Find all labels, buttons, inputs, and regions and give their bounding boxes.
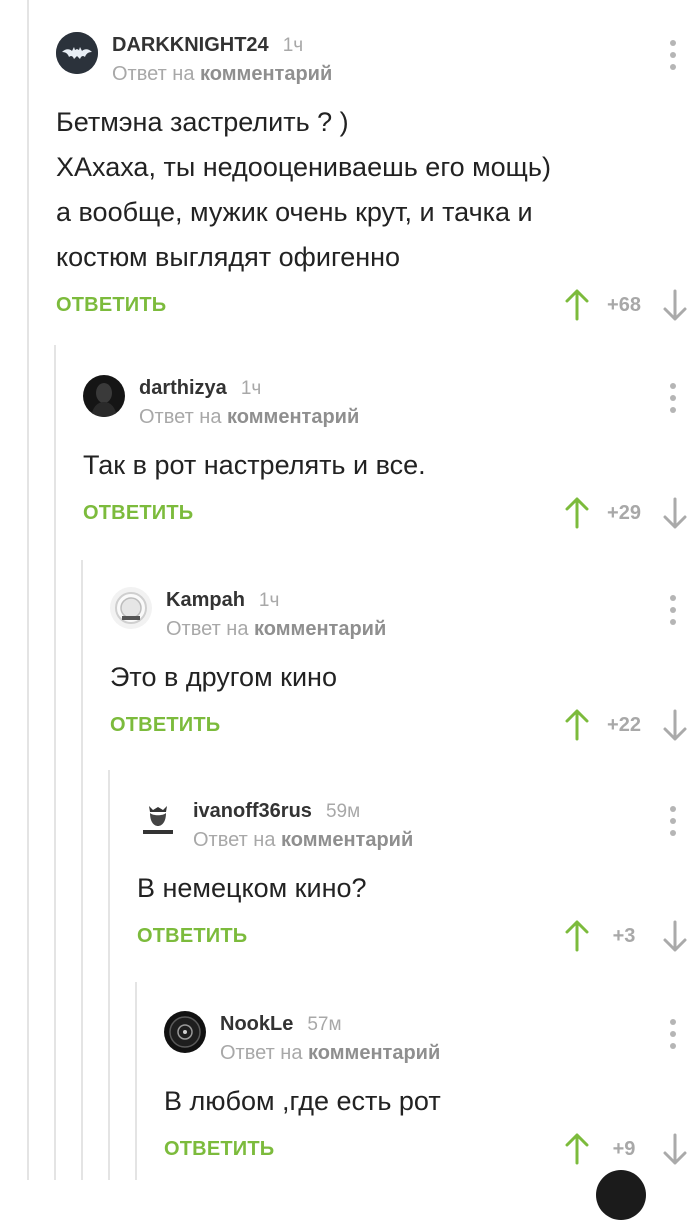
comment-time: 57м <box>307 1014 342 1035</box>
arrow-down-icon[interactable] <box>662 288 688 322</box>
more-vertical-icon[interactable] <box>668 595 678 625</box>
more-vertical-icon[interactable] <box>668 383 678 413</box>
comment-actions: ОТВЕТИТЬ +9 <box>164 1132 700 1172</box>
comment-actions: ОТВЕТИТЬ +22 <box>110 708 700 748</box>
comment-text: Так в рот настрелять и все. <box>83 450 426 480</box>
more-vertical-icon[interactable] <box>668 806 678 836</box>
comment: NookLe 57м Ответ на комментарий В любом ,… <box>164 1011 700 1172</box>
comment-text: В любом ,где есть рот <box>164 1086 441 1116</box>
avatar[interactable] <box>596 1170 646 1220</box>
comment: Kampah 1ч Ответ на комментарий Это в друг… <box>110 587 700 748</box>
comment-time: 1ч <box>240 378 262 399</box>
avatar[interactable] <box>110 587 152 629</box>
dark-figure-icon <box>83 375 125 417</box>
rating-value: +3 <box>612 925 636 947</box>
arrow-up-icon[interactable] <box>564 1132 590 1166</box>
reply-button[interactable]: ОТВЕТИТЬ <box>56 294 166 317</box>
reply-target-link[interactable]: комментарий <box>227 406 359 428</box>
comment-actions: ОТВЕТИТЬ +68 <box>56 288 700 328</box>
comment: ivanoff36rus 59м Ответ на комментарий В н… <box>137 798 700 959</box>
comment-actions: ОТВЕТИТЬ +3 <box>137 919 700 959</box>
reply-button[interactable]: ОТВЕТИТЬ <box>110 714 220 737</box>
avatar[interactable] <box>83 375 125 417</box>
thread-line-level-3 <box>81 560 83 1180</box>
avatar[interactable] <box>164 1011 206 1053</box>
reply-target-link[interactable]: комментарий <box>281 829 413 851</box>
author-name[interactable]: ivanoff36rus <box>193 800 312 822</box>
author-name[interactable]: NookLe <box>220 1013 293 1035</box>
author-row: ivanoff36rus 59м <box>193 800 360 823</box>
arrow-up-icon[interactable] <box>564 288 590 322</box>
thread-line-level-4 <box>108 770 110 1180</box>
arrow-up-icon[interactable] <box>564 496 590 530</box>
thread-line-level-2 <box>54 345 56 1180</box>
rating-value: +9 <box>612 1138 636 1160</box>
reply-prefix: Ответ на <box>112 63 195 85</box>
more-vertical-icon[interactable] <box>668 1019 678 1049</box>
reply-target-link[interactable]: комментарий <box>308 1042 440 1064</box>
comment-time: 1ч <box>282 35 304 56</box>
more-vertical-icon[interactable] <box>668 40 678 70</box>
reply-prefix: Ответ на <box>139 406 222 428</box>
author-name[interactable]: darthizya <box>139 377 227 399</box>
comment-text: Бетмэна застрелить ? ) ХАхаха, ты недооц… <box>56 107 551 272</box>
bat-logo-icon <box>56 32 98 74</box>
comment: DARKKNIGHT24 1ч Ответ на комментарий Бетм… <box>56 32 700 328</box>
arrow-down-icon[interactable] <box>662 496 688 530</box>
thread-line-level-5 <box>135 982 137 1180</box>
comment-text: Это в другом кино <box>110 662 337 692</box>
comment-header: NookLe 57м Ответ на комментарий <box>164 1011 700 1073</box>
comment-time: 59м <box>325 801 361 822</box>
reply-to-label: Ответ на комментарий <box>112 63 332 86</box>
reply-button[interactable]: ОТВЕТИТЬ <box>137 925 247 948</box>
avatar[interactable] <box>137 798 179 840</box>
avatar[interactable] <box>56 32 98 74</box>
beard-logo-icon <box>137 798 179 840</box>
reply-to-label: Ответ на комментарий <box>139 406 359 429</box>
rating-value: +29 <box>607 502 641 524</box>
arrow-up-icon[interactable] <box>564 708 590 742</box>
comment-header: ivanoff36rus 59м Ответ на комментарий <box>137 798 700 860</box>
author-name[interactable]: Kampah <box>166 589 245 611</box>
thread-line-level-1 <box>27 0 29 1180</box>
reply-button[interactable]: ОТВЕТИТЬ <box>164 1138 274 1161</box>
round-emblem-icon <box>164 1011 206 1053</box>
author-row: NookLe 57м <box>220 1013 342 1036</box>
comment-time: 1ч <box>258 590 280 611</box>
author-row: DARKKNIGHT24 1ч <box>112 34 303 57</box>
reply-to-label: Ответ на комментарий <box>166 618 386 641</box>
reply-prefix: Ответ на <box>166 618 249 640</box>
reply-button[interactable]: ОТВЕТИТЬ <box>83 502 193 525</box>
author-row: darthizya 1ч <box>139 377 261 400</box>
author-name[interactable]: DARKKNIGHT24 <box>112 34 269 56</box>
comment: darthizya 1ч Ответ на комментарий Так в р… <box>83 375 700 536</box>
comment-header: darthizya 1ч Ответ на комментарий <box>83 375 700 437</box>
comment-header: DARKKNIGHT24 1ч Ответ на комментарий <box>56 32 700 94</box>
author-row: Kampah 1ч <box>166 589 279 612</box>
reply-target-link[interactable]: комментарий <box>254 618 386 640</box>
reply-prefix: Ответ на <box>220 1042 303 1064</box>
reply-to-label: Ответ на комментарий <box>220 1042 440 1065</box>
reply-prefix: Ответ на <box>193 829 276 851</box>
comment-text: В немецком кино? <box>137 873 367 903</box>
arrow-down-icon[interactable] <box>662 708 688 742</box>
reply-to-label: Ответ на комментарий <box>193 829 413 852</box>
arrow-up-icon[interactable] <box>564 919 590 953</box>
reply-target-link[interactable]: комментарий <box>200 63 332 85</box>
rating-value: +68 <box>607 294 641 316</box>
comment-actions: ОТВЕТИТЬ +29 <box>83 496 700 536</box>
rating-value: +22 <box>607 714 641 736</box>
arrow-down-icon[interactable] <box>662 1132 688 1166</box>
volume-knob-icon <box>110 587 152 629</box>
comment-header: Kampah 1ч Ответ на комментарий <box>110 587 700 649</box>
arrow-down-icon[interactable] <box>662 919 688 953</box>
